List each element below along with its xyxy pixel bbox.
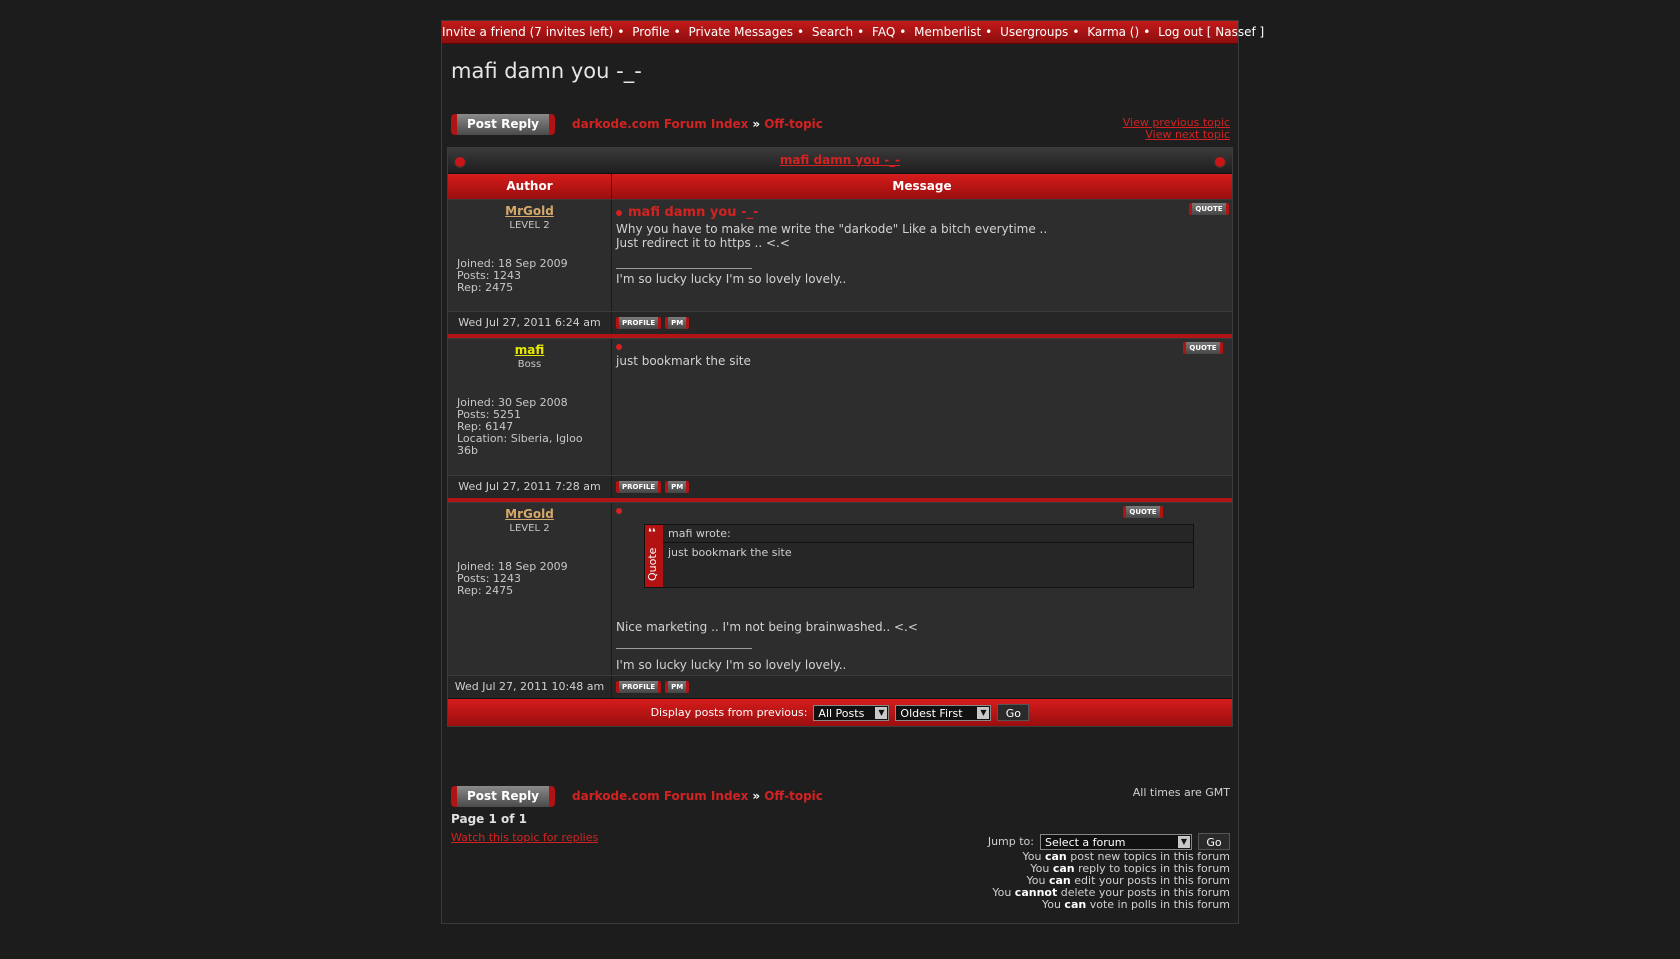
forum-index-link[interactable]: darkode.com Forum Index [572,117,748,131]
post-signature: I'm so lucky lucky I'm so lovely lovely.… [616,658,847,672]
col-author-header: Author [448,174,612,199]
quote-author: mafi wrote: [663,525,1193,543]
subforum-link[interactable]: Off-topic [764,789,823,803]
display-options-bar: Display posts from previous: All Posts ▼ … [448,698,1232,726]
username-link[interactable]: MrGold [448,507,611,521]
nav-logout-link[interactable]: Log out [ Nassef ] [1158,25,1264,39]
topic-nav: View previous topic View next topic [1123,117,1230,141]
profile-button[interactable]: PROFILE [616,481,662,493]
profile-button[interactable]: PROFILE [616,317,662,329]
post-time: Wed Jul 27, 2011 10:48 am [448,676,612,698]
pm-button[interactable]: PM [665,317,690,329]
post-message-cell: just bookmark the site QUOTE [612,339,1232,475]
right-dot-icon [1214,156,1226,168]
user-info: Joined: 18 Sep 2009 Posts: 1243 Rep: 247… [457,257,568,294]
post-footer: Wed Jul 27, 2011 7:28 am PROFILE PM [448,475,1232,498]
page-container: Invite a friend (7 invites left) • Profil… [441,20,1264,924]
forum-permissions: You can post new topics in this forum Yo… [992,851,1230,911]
jump-go-button[interactable]: Go [1198,833,1230,850]
nav-faq-link[interactable]: FAQ [872,25,895,39]
user-rank: Boss [517,359,542,370]
nav-search-link[interactable]: Search [812,25,853,39]
username-link[interactable]: MrGold [448,204,611,218]
post-author-cell: MrGold LEVEL 2 Joined: 18 Sep 2009 Posts… [448,503,612,675]
timezone-note: All times are GMT [1132,786,1230,799]
column-headers: Author Message [448,174,1232,199]
quote-text: just bookmark the site [668,546,792,559]
signature-divider [616,268,752,269]
post-subject: mafi damn you -_- [616,205,1232,220]
post-bullet-icon [616,209,622,216]
page-title: mafi damn you -_- [451,59,642,83]
profile-button[interactable]: PROFILE [616,681,662,693]
post-bullet-icon [616,508,622,514]
quote-button[interactable]: QUOTE [1123,506,1163,518]
post-time: Wed Jul 27, 2011 6:24 am [448,312,612,334]
post-reply-button-bottom[interactable]: Post Reply [451,786,555,807]
post-row: MrGold LEVEL 2 Joined: 18 Sep 2009 Posts… [448,199,1232,311]
jump-forum-select[interactable]: Select a forum ▼ [1040,833,1192,850]
nav-private-messages-link[interactable]: Private Messages [688,25,793,39]
table-title-link[interactable]: mafi damn you -_- [780,153,900,167]
user-info: Joined: 30 Sep 2008 Posts: 5251 Rep: 614… [457,396,583,457]
forum-index-link[interactable]: darkode.com Forum Index [572,789,748,803]
post-body: Nice marketing .. I'm not being brainwas… [616,620,918,634]
post-footer: Wed Jul 27, 2011 6:24 am PROFILE PM [448,311,1232,334]
watch-topic-link[interactable]: Watch this topic for replies [451,831,598,844]
display-label: Display posts from previous: [650,706,808,719]
quote-block: ❛❛ Quote mafi wrote: just bookmark the s… [644,524,1194,588]
breadcrumb-top: darkode.com Forum Index» Off-topic [572,117,823,131]
breadcrumb-bottom: darkode.com Forum Index» Off-topic [572,789,823,803]
post-body: just bookmark the site [616,354,751,368]
post-footer: Wed Jul 27, 2011 10:48 am PROFILE PM [448,675,1232,698]
chevron-down-icon: ▼ [977,706,990,719]
posts-table: mafi damn you -_- Author Message MrGold … [447,147,1233,727]
user-rank: LEVEL 2 [509,523,550,534]
post-row: MrGold LEVEL 2 Joined: 18 Sep 2009 Posts… [448,502,1232,675]
post-message-cell: ❛❛ Quote mafi wrote: just bookmark the s… [612,503,1232,675]
jump-to-forum: Jump to: Select a forum ▼ Go [988,833,1230,850]
quote-label: Quote [646,547,659,581]
table-title-bar: mafi damn you -_- [448,148,1232,174]
post-subject [616,344,1232,350]
nav-usergroups-link[interactable]: Usergroups [1000,25,1068,39]
nav-invite-link[interactable]: Invite a friend (7 invites left) [442,25,613,39]
top-nav-bar: Invite a friend (7 invites left) • Profil… [442,21,1264,44]
chevron-down-icon: ▼ [875,706,888,719]
signature-divider [616,648,752,649]
post-author-cell: MrGold LEVEL 2 Joined: 18 Sep 2009 Posts… [448,200,612,311]
quote-sidebar: ❛❛ Quote [645,525,663,587]
post-row: mafi Boss Joined: 30 Sep 2008 Posts: 525… [448,338,1232,475]
username-link[interactable]: mafi [448,343,611,357]
quote-button[interactable]: QUOTE [1189,203,1229,215]
user-rank: LEVEL 2 [509,220,550,231]
post-body: Why you have to make me write the "darko… [616,222,1048,250]
pm-button[interactable]: PM [665,481,690,493]
nav-karma-link[interactable]: Karma () [1087,25,1139,39]
chevron-down-icon: ▼ [1178,835,1190,848]
permission-line: You can vote in polls in this forum [1041,898,1230,911]
view-next-topic-link[interactable]: View next topic [1123,129,1230,141]
post-signature: I'm so lucky lucky I'm so lovely lovely.… [616,272,847,286]
post-message-cell: mafi damn you -_- Why you have to make m… [612,200,1232,311]
post-bullet-icon [616,344,622,350]
display-go-button[interactable]: Go [997,704,1030,721]
post-reply-button-top[interactable]: Post Reply [451,114,555,135]
subforum-link[interactable]: Off-topic [764,117,823,131]
jump-label: Jump to: [987,835,1034,848]
post-time: Wed Jul 27, 2011 7:28 am [448,476,612,498]
col-message-header: Message [892,179,952,193]
user-info: Joined: 18 Sep 2009 Posts: 1243 Rep: 247… [457,560,568,597]
quote-marks-icon: ❛❛ [648,526,656,539]
posts-range-select[interactable]: All Posts ▼ [813,704,890,721]
nav-memberlist-link[interactable]: Memberlist [914,25,981,39]
posts-order-select[interactable]: Oldest First ▼ [895,704,992,721]
post-author-cell: mafi Boss Joined: 30 Sep 2008 Posts: 525… [448,339,612,475]
nav-profile-link[interactable]: Profile [632,25,669,39]
pm-button[interactable]: PM [665,681,690,693]
quote-button[interactable]: QUOTE [1183,342,1223,354]
page-number: Page 1 of 1 [451,812,527,826]
left-dot-icon [454,156,466,168]
